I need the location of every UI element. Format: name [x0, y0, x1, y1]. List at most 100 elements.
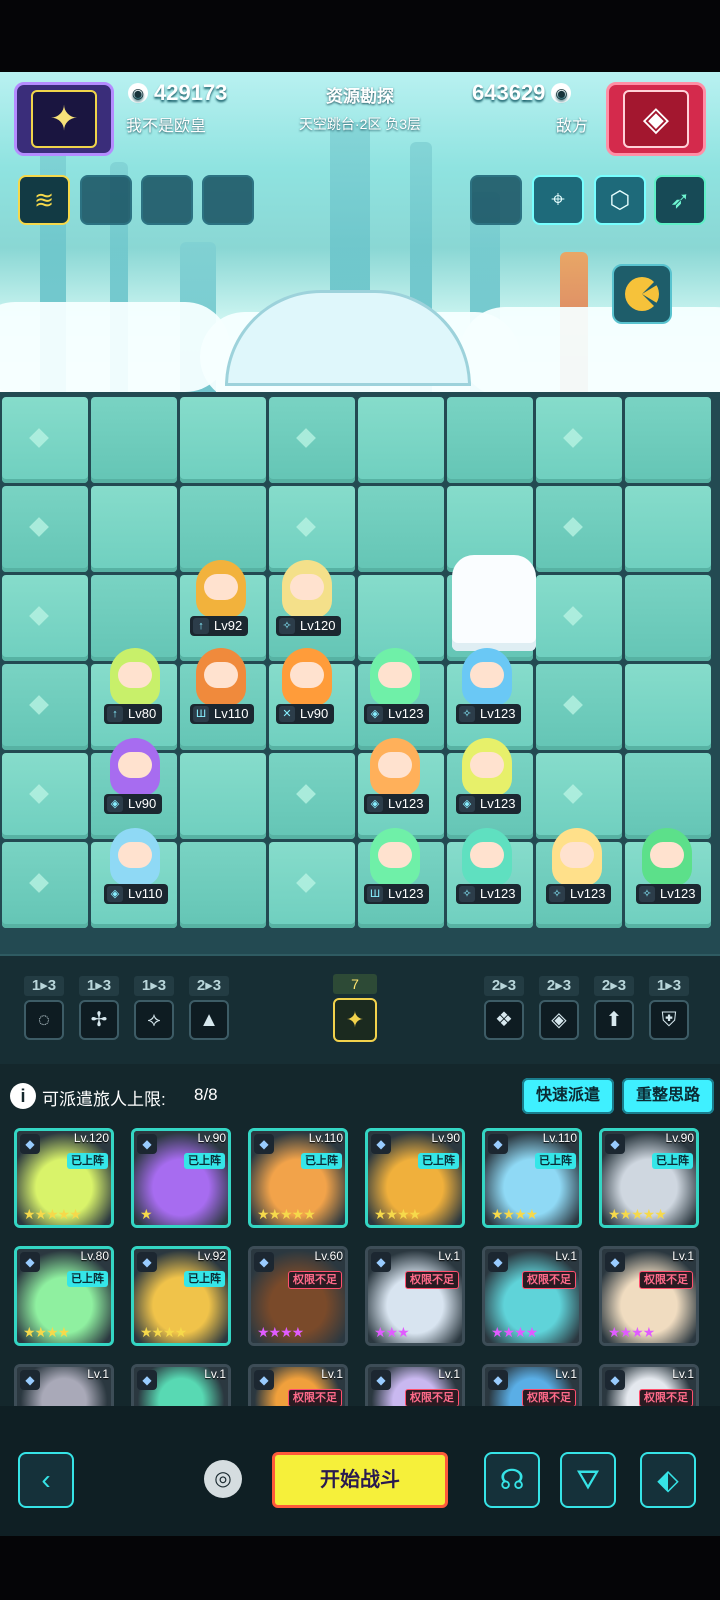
board-unit[interactable]: Ш Lv110 — [186, 644, 256, 724]
board-cell[interactable] — [269, 397, 355, 483]
card-stars: ★★★★ — [257, 1324, 304, 1340]
unit-level: Lv123 — [570, 886, 606, 901]
board-unit[interactable]: ✕ Lv90 — [272, 644, 342, 724]
board-unit[interactable]: Ш Lv123 — [360, 824, 430, 904]
wave-buff-icon[interactable]: ≋ — [18, 175, 70, 225]
info-icon[interactable]: i — [10, 1083, 36, 1109]
board-cell[interactable] — [2, 842, 88, 928]
synergy-item[interactable]: 1▸3 ✢ — [79, 976, 119, 1040]
synergy-item[interactable]: 2▸3 ◈ — [539, 976, 579, 1040]
card-level: Lv.1 — [204, 1367, 226, 1381]
enemy-avatar[interactable]: ◈ — [606, 82, 706, 156]
tag-button[interactable]: ⬖ — [640, 1452, 696, 1508]
character-card[interactable]: ◆ Lv.1 权限不足 ★★★ — [365, 1246, 465, 1346]
character-card[interactable]: ◆ Lv.60 权限不足 ★★★★ — [248, 1246, 348, 1346]
board-unit[interactable]: ✧ Lv123 — [632, 824, 702, 904]
board-cell[interactable] — [2, 575, 88, 661]
board-cell[interactable] — [180, 397, 266, 483]
board-cell[interactable] — [2, 753, 88, 839]
unit-level: Lv90 — [128, 796, 157, 811]
board-cell[interactable] — [625, 575, 711, 661]
board-unit[interactable]: ◈ Lv90 — [100, 734, 170, 814]
synergy-item[interactable]: 2▸3 ⬆ — [594, 976, 634, 1040]
board-cell[interactable] — [91, 397, 177, 483]
board-cell[interactable] — [269, 753, 355, 839]
back-button[interactable]: ‹ — [18, 1452, 74, 1508]
empty-buff-slot[interactable] — [80, 175, 132, 225]
card-status-badge: 权限不足 — [288, 1389, 342, 1407]
board-unit[interactable]: ◈ Lv123 — [360, 734, 430, 814]
reset-button[interactable]: 重整思路 — [622, 1078, 714, 1114]
board-cell[interactable] — [2, 397, 88, 483]
character-card[interactable]: ◆ Lv.110 已上阵 ★★★★★ — [248, 1128, 348, 1228]
player-avatar[interactable]: ✦ — [14, 82, 114, 156]
board-unit[interactable]: ◈ Lv110 — [100, 824, 170, 904]
running-figure-icon[interactable]: ➶ — [654, 175, 706, 225]
pacman-icon[interactable] — [612, 264, 672, 324]
board-unit[interactable]: ✧ Lv120 — [272, 556, 342, 636]
class-icon: ◆ — [137, 1252, 157, 1272]
synergy-count: 2▸3 — [484, 976, 524, 996]
board-cell[interactable] — [2, 486, 88, 572]
board-cell[interactable] — [2, 664, 88, 750]
board-cell[interactable] — [536, 397, 622, 483]
board-cell[interactable] — [625, 486, 711, 572]
board-cell[interactable] — [269, 842, 355, 928]
unit-face — [290, 662, 324, 688]
arrows-diamond-icon: ❖ — [484, 1000, 524, 1040]
board-cell[interactable] — [180, 842, 266, 928]
filter-icon: ⛛ — [576, 1464, 600, 1495]
board-cell[interactable] — [358, 397, 444, 483]
card-status-badge: 已上阵 — [652, 1153, 693, 1169]
character-card[interactable]: ◆ Lv.92 已上阵 ★★★★ — [131, 1246, 231, 1346]
hexagon-icon[interactable]: ⬡ — [594, 175, 646, 225]
synergy-item[interactable]: 1▸3 ⟡ — [134, 976, 174, 1040]
board-cell[interactable] — [536, 664, 622, 750]
board-cell[interactable] — [625, 397, 711, 483]
synergy-item[interactable]: 2▸3 ❖ — [484, 976, 524, 1040]
character-card[interactable]: ◆ Lv.80 已上阵 ★★★★ — [14, 1246, 114, 1346]
board-cell[interactable] — [536, 486, 622, 572]
character-card[interactable]: ◆ Lv.90 已上阵 ★★★★★ — [599, 1128, 699, 1228]
empty-buff-slot[interactable] — [202, 175, 254, 225]
board-cell[interactable] — [536, 575, 622, 661]
unit-level-tag: ◈ Lv110 — [104, 884, 169, 904]
synergy-item[interactable]: 2▸3 ▲ — [189, 976, 229, 1040]
quick-dispatch-button[interactable]: 快速派遣 — [522, 1078, 614, 1114]
board-unit[interactable]: ↑ Lv92 — [186, 556, 256, 636]
card-level: Lv.1 — [87, 1367, 109, 1381]
character-card[interactable]: ◆ Lv.120 已上阵 ★★★★★ — [14, 1128, 114, 1228]
crosshair-icon[interactable]: ⌖ — [532, 175, 584, 225]
empty-buff-slot[interactable] — [141, 175, 193, 225]
board-cell[interactable] — [358, 486, 444, 572]
board-cell[interactable] — [625, 664, 711, 750]
board-unit[interactable]: ↑ Lv80 — [100, 644, 170, 724]
unit-face — [204, 662, 238, 688]
character-card[interactable]: ◆ Lv.110 已上阵 ★★★★ — [482, 1128, 582, 1228]
board-cell[interactable] — [447, 397, 533, 483]
board-cell[interactable] — [180, 753, 266, 839]
board-unit[interactable]: ◈ Lv123 — [360, 644, 430, 724]
strategy-button[interactable]: ☊ — [484, 1452, 540, 1508]
unit-level: Lv92 — [214, 618, 243, 633]
filter-button[interactable]: ⛛ — [560, 1452, 616, 1508]
class-icon: ↑ — [193, 618, 209, 634]
character-card[interactable]: ◆ Lv.90 已上阵 ★ — [131, 1128, 231, 1228]
synergy-center[interactable]: 7 ✦ — [333, 974, 377, 1042]
camera-button[interactable]: ◎ — [204, 1460, 242, 1498]
start-battle-button[interactable]: 开始战斗 — [272, 1452, 448, 1508]
board-unit[interactable]: ◈ Lv123 — [452, 734, 522, 814]
class-icon: ◆ — [488, 1252, 508, 1272]
board-cell[interactable] — [91, 486, 177, 572]
empty-buff-slot[interactable] — [470, 175, 522, 225]
swirl-icon: ◌ — [24, 1000, 64, 1040]
character-card[interactable]: ◆ Lv.90 已上阵 ★★★★ — [365, 1128, 465, 1228]
character-card[interactable]: ◆ Lv.1 权限不足 ★★★★ — [599, 1246, 699, 1346]
card-status-badge: 已上阵 — [535, 1153, 576, 1169]
board-unit[interactable]: ✧ Lv123 — [452, 644, 522, 724]
board-unit[interactable]: ✧ Lv123 — [542, 824, 612, 904]
synergy-item[interactable]: 1▸3 ⛨ — [649, 976, 689, 1040]
board-unit[interactable]: ✧ Lv123 — [452, 824, 522, 904]
character-card[interactable]: ◆ Lv.1 权限不足 ★★★★ — [482, 1246, 582, 1346]
synergy-item[interactable]: 1▸3 ◌ — [24, 976, 64, 1040]
